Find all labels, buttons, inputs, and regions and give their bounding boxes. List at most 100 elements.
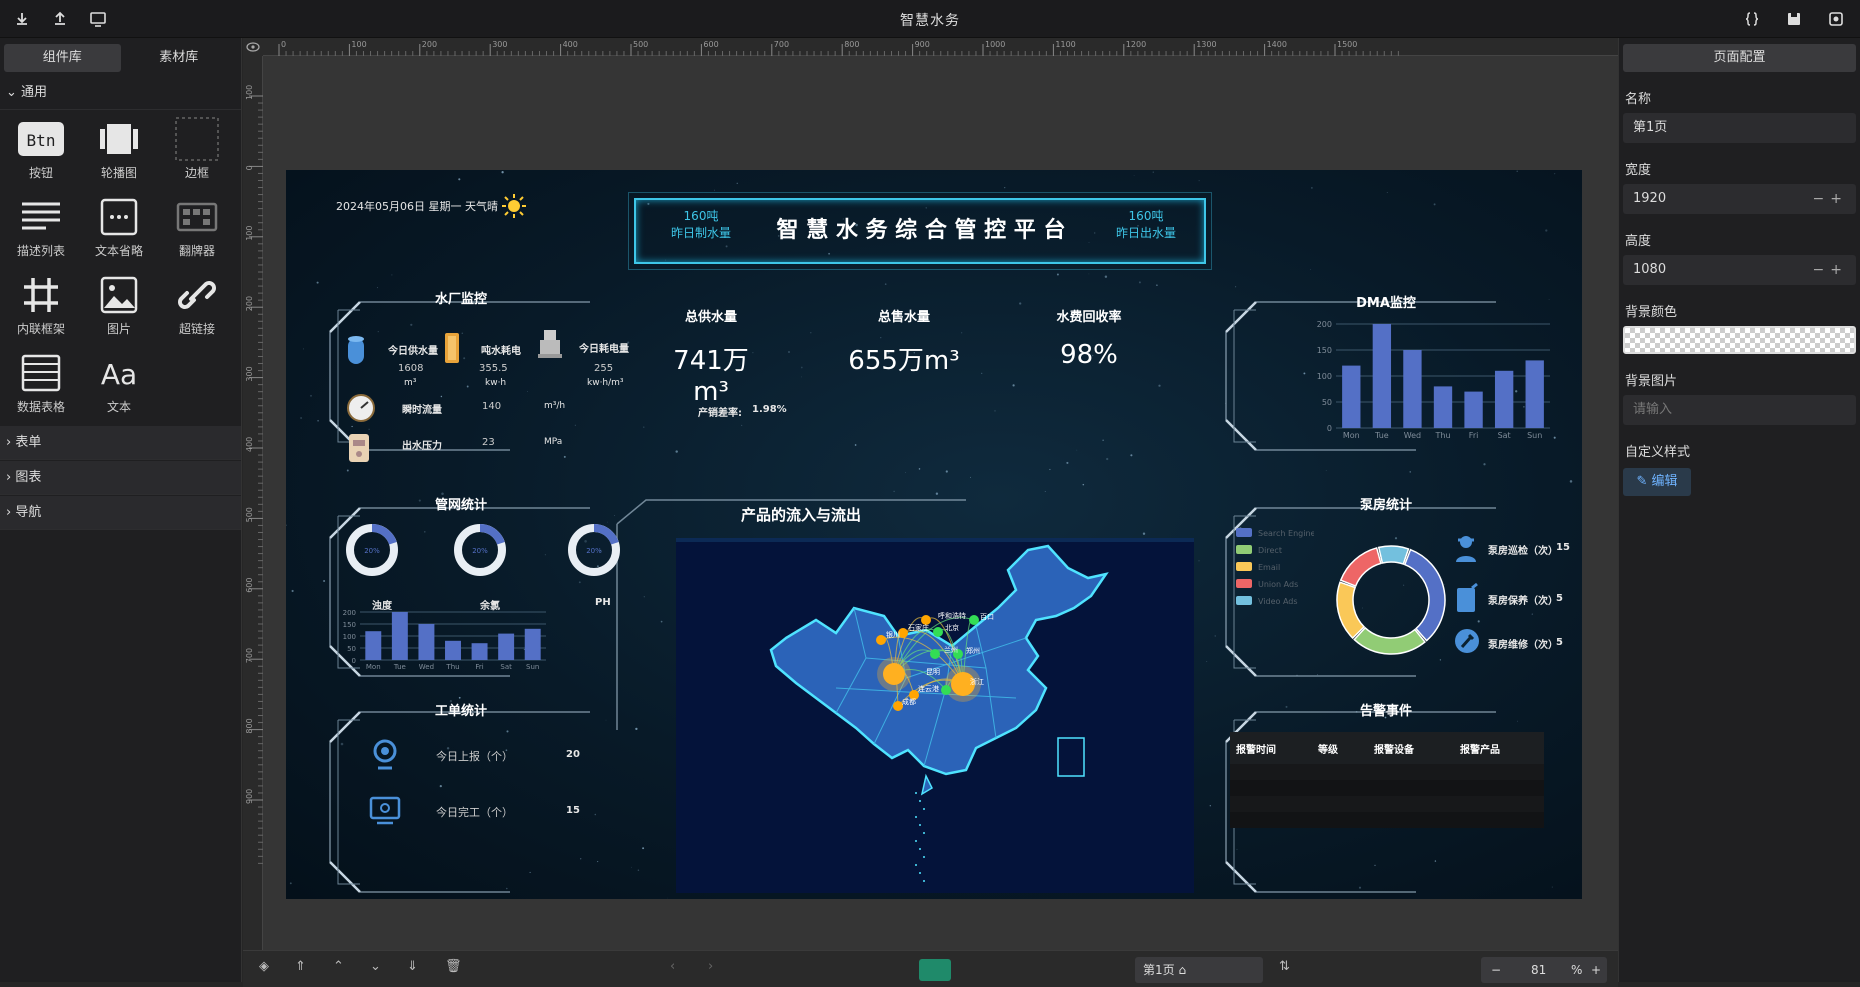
settings-icon[interactable] bbox=[1826, 9, 1846, 29]
page-thumbnail-button[interactable] bbox=[919, 959, 951, 981]
ruler-label: 200 bbox=[245, 296, 254, 311]
island-dot bbox=[923, 856, 925, 858]
prev-page-icon[interactable]: ‹ bbox=[670, 959, 675, 974]
component-iframe[interactable]: 内联框架 bbox=[2, 272, 80, 342]
page-sort-icon[interactable]: ⇅ bbox=[1279, 959, 1290, 974]
star bbox=[1477, 620, 1480, 623]
component-description-list[interactable]: 描述列表 bbox=[2, 194, 80, 264]
layers-icon[interactable]: ◈ bbox=[259, 959, 269, 974]
bar bbox=[1342, 365, 1361, 428]
component-button[interactable]: Btn 按钮 bbox=[2, 116, 80, 186]
move-up-icon[interactable]: ⌃ bbox=[333, 959, 344, 974]
star bbox=[741, 424, 743, 426]
component-image[interactable]: 图片 bbox=[80, 272, 158, 342]
star bbox=[1049, 468, 1051, 471]
ruler-label: 1500 bbox=[1337, 40, 1357, 49]
flow-meter-icon bbox=[347, 394, 375, 422]
top-toolbar: 智慧水务 bbox=[0, 0, 1860, 38]
monitor-settings-icon bbox=[369, 796, 401, 825]
height-stepper[interactable]: 1080 −+ bbox=[1623, 255, 1856, 285]
table-row bbox=[1230, 780, 1544, 796]
component-text-ellipsis[interactable]: 文本省略 bbox=[80, 194, 158, 264]
star bbox=[643, 426, 645, 428]
star bbox=[1214, 635, 1216, 637]
bg-color-label: 背景颜色 bbox=[1625, 305, 1678, 320]
save-icon[interactable] bbox=[1784, 9, 1804, 29]
legend-swatch bbox=[1236, 596, 1252, 605]
component-carousel[interactable]: 轮播图 bbox=[80, 116, 158, 186]
page-config-title[interactable]: 页面配置 bbox=[1623, 44, 1856, 72]
bottom-toolbar: ◈ ⇑ ⌃ ⌄ ⇓ 🗑 ‹ › 第1页 ⌂ ⇅ − 81 % + bbox=[243, 950, 1618, 987]
iframe-icon bbox=[24, 278, 58, 312]
bg-image-input[interactable]: 请输入 bbox=[1623, 395, 1856, 425]
stepper-buttons[interactable]: −+ bbox=[1813, 255, 1848, 285]
component-flipper[interactable]: 翻牌器 bbox=[158, 194, 236, 264]
ruler-label: 700 bbox=[245, 648, 254, 663]
zoom-in-button[interactable]: + bbox=[1591, 957, 1601, 983]
delete-icon[interactable]: 🗑 bbox=[445, 959, 462, 974]
section-form[interactable]: › 表单 bbox=[0, 426, 241, 460]
x-tick-label: Thu bbox=[1434, 431, 1450, 440]
island-dot bbox=[915, 840, 917, 842]
description-list-icon bbox=[22, 202, 60, 230]
component-border[interactable]: 边框 bbox=[158, 116, 236, 186]
move-top-icon[interactable]: ⇑ bbox=[295, 959, 306, 974]
section-general[interactable]: ⌄ 通用 bbox=[0, 76, 241, 110]
zoom-out-button[interactable]: − bbox=[1491, 957, 1501, 983]
legend-label: Video Ads bbox=[1258, 597, 1298, 606]
component-link[interactable]: 超链接 bbox=[158, 272, 236, 342]
component-text[interactable]: Aa 文本 bbox=[80, 350, 158, 420]
stepper-buttons[interactable]: −+ bbox=[1813, 184, 1848, 214]
city-node bbox=[876, 635, 886, 645]
star bbox=[918, 468, 921, 470]
page-name-field[interactable]: 第1页 bbox=[1623, 113, 1856, 143]
tab-materials[interactable]: 素材库 bbox=[121, 44, 238, 72]
eye-icon[interactable] bbox=[243, 38, 263, 56]
ruler-label: 1400 bbox=[1267, 40, 1287, 49]
panel-frame-corner bbox=[329, 711, 361, 893]
zoom-control[interactable]: − 81 % + bbox=[1481, 957, 1607, 983]
move-down-icon[interactable]: ⌄ bbox=[370, 959, 381, 974]
page-select[interactable]: 第1页 ⌂ bbox=[1135, 957, 1263, 983]
section-chart[interactable]: › 图表 bbox=[0, 461, 241, 495]
chevron-right-icon: › bbox=[6, 435, 16, 450]
star bbox=[1012, 384, 1015, 387]
custom-style-label: 自定义样式 bbox=[1625, 445, 1691, 460]
star bbox=[637, 869, 640, 872]
edit-style-button[interactable]: ✎ 编辑 bbox=[1623, 468, 1691, 496]
star bbox=[346, 469, 349, 472]
star bbox=[884, 283, 887, 285]
star bbox=[800, 366, 803, 369]
city-node bbox=[930, 649, 940, 659]
ruler-label: 1100 bbox=[1055, 40, 1075, 49]
dashboard-page[interactable]: 2024年05月06日 星期一 天气晴 160吨 昨日制水量 智 慧 水 务 综… bbox=[286, 170, 1582, 899]
china-flow-map[interactable]: 呼和浩特 百口北京 石家庄银川兰州 郑州连云港成都 浙江 昆明 bbox=[676, 538, 1194, 893]
dma-title: DMA监控 bbox=[1356, 296, 1416, 311]
tab-components[interactable]: 组件库 bbox=[4, 44, 121, 72]
ruler-label: 800 bbox=[245, 718, 254, 733]
diff-rate-value: 1.98% bbox=[752, 404, 787, 415]
star bbox=[580, 858, 582, 860]
bar bbox=[1372, 324, 1392, 428]
x-tick-label: Wed bbox=[1404, 431, 1421, 440]
bg-color-picker[interactable] bbox=[1623, 326, 1856, 354]
ruler-label: 200 bbox=[422, 40, 437, 49]
alarm-table-header: 报警时间 等级 报警设备 报警产品 bbox=[1230, 732, 1544, 764]
move-bottom-icon[interactable]: ⇓ bbox=[407, 959, 418, 974]
section-nav[interactable]: › 导航 bbox=[0, 496, 241, 530]
code-braces-icon[interactable] bbox=[1742, 9, 1762, 29]
island-dot bbox=[919, 800, 921, 802]
donut-slice bbox=[1336, 581, 1366, 640]
component-data-table[interactable]: 数据表格 bbox=[2, 350, 80, 420]
next-page-icon[interactable]: › bbox=[708, 959, 713, 974]
donut-slice bbox=[1403, 548, 1446, 642]
star bbox=[300, 417, 303, 419]
data-table-icon bbox=[21, 354, 61, 392]
kpi-total-supply-value: 741万m³ bbox=[673, 346, 749, 407]
star bbox=[1066, 461, 1069, 464]
star bbox=[935, 492, 939, 495]
city-label: 银川 bbox=[886, 630, 900, 639]
star bbox=[801, 376, 802, 378]
star bbox=[714, 189, 715, 191]
width-stepper[interactable]: 1920 −+ bbox=[1623, 184, 1856, 214]
